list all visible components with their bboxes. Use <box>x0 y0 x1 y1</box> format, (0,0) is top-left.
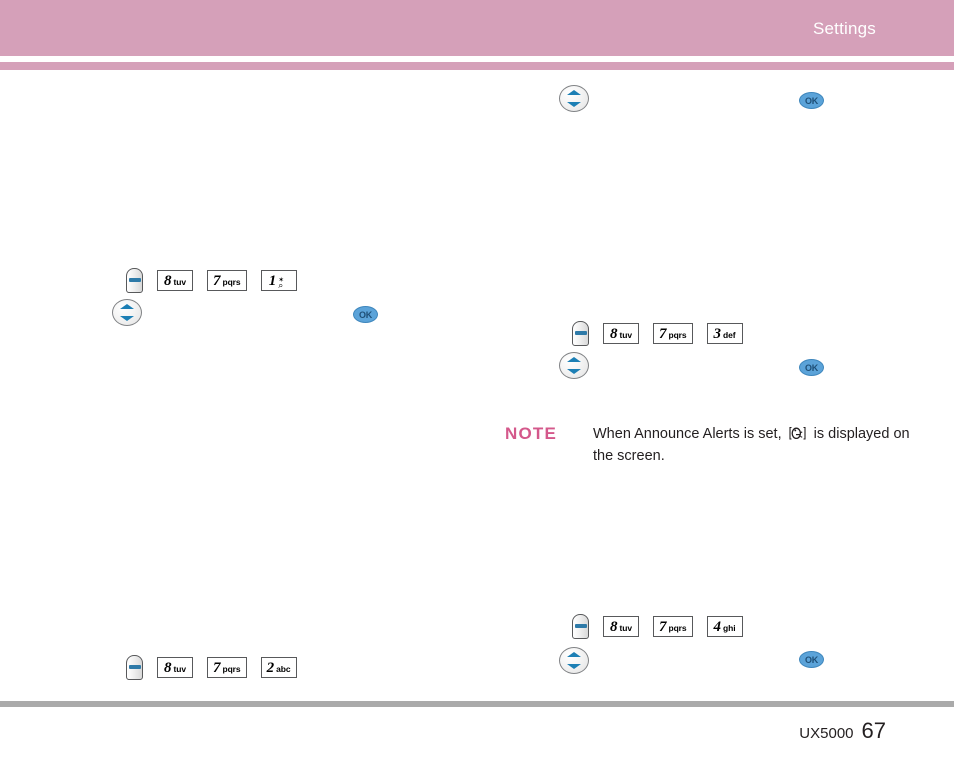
menu-softkey-icon[interactable] <box>126 655 143 680</box>
numeric-key-letters: tuv <box>173 664 187 674</box>
numeric-key-digit: 8 <box>610 619 618 635</box>
note-text: When Announce Alerts is set, is displaye… <box>593 423 925 467</box>
navigation-key-icon[interactable] <box>559 647 589 674</box>
ok-key[interactable]: OK <box>353 306 378 323</box>
numeric-key-digit: 4 <box>713 619 722 635</box>
numeric-key-digit: 8 <box>164 660 172 676</box>
header-divider-rule <box>0 62 954 70</box>
ok-key-right-mid-wrap: OK <box>799 359 824 376</box>
voicemail-icon <box>278 270 288 296</box>
numeric-key-letters: pqrs <box>222 664 241 674</box>
numeric-key-7[interactable]: 7 pqrs <box>207 657 247 678</box>
key-sequence-left-bottom: 8 tuv 7 pqrs 2 abc <box>126 655 297 680</box>
numeric-key-digit: 7 <box>659 619 667 635</box>
numeric-key-digit: 7 <box>213 273 221 289</box>
numeric-key-3[interactable]: 3 def <box>706 323 743 344</box>
numeric-key-7[interactable]: 7 pqrs <box>653 323 693 344</box>
numeric-key-letters: tuv <box>619 623 633 633</box>
key-sequence-right-mid: 8 tuv 7 pqrs 3 def <box>572 321 743 346</box>
ok-key-left-top-wrap: OK <box>353 306 378 323</box>
numeric-key-8[interactable]: 8 tuv <box>603 323 639 344</box>
numeric-key-letters: pqrs <box>668 330 687 340</box>
navigation-key-icon[interactable] <box>112 299 142 326</box>
ok-key-label: OK <box>359 309 372 320</box>
navigation-key-icon[interactable] <box>559 85 589 112</box>
numeric-key-4[interactable]: 4 ghi <box>706 616 743 637</box>
ok-key-label: OK <box>805 95 818 106</box>
page-title: Settings <box>812 19 876 38</box>
page-header-band <box>0 0 954 56</box>
ok-key-label: OK <box>805 654 818 665</box>
ok-key[interactable]: OK <box>799 92 824 109</box>
numeric-key-8[interactable]: 8 tuv <box>603 616 639 637</box>
note-text-before: When Announce Alerts is set, <box>593 426 782 442</box>
ok-key-right-top-wrap: OK <box>799 92 824 109</box>
numeric-key-1[interactable]: 1 <box>260 270 297 296</box>
numeric-key-8[interactable]: 8 tuv <box>157 657 193 678</box>
menu-softkey-icon[interactable] <box>572 614 589 639</box>
footer-divider-rule <box>0 701 954 707</box>
numeric-key-letters: pqrs <box>668 623 687 633</box>
navigation-key-icon[interactable] <box>559 352 589 379</box>
footer-page-number: 67 <box>861 718 886 743</box>
numeric-key-digit: 1 <box>268 273 277 289</box>
footer-model-name: UX5000 <box>799 725 854 742</box>
note-label: NOTE <box>505 424 558 443</box>
ok-key[interactable]: OK <box>799 359 824 376</box>
numeric-key-2[interactable]: 2 abc <box>260 657 297 678</box>
numeric-key-letters: tuv <box>173 277 187 287</box>
key-sequence-right-top-nav <box>559 85 589 112</box>
key-sequence-right-mid-nav <box>559 352 589 379</box>
numeric-key-digit: 8 <box>164 273 172 289</box>
numeric-key-7[interactable]: 7 pqrs <box>653 616 693 637</box>
numeric-key-letters: tuv <box>619 330 633 340</box>
numeric-key-digit: 8 <box>610 326 618 342</box>
key-sequence-right-bottom-nav <box>559 647 589 674</box>
numeric-key-8[interactable]: 8 tuv <box>157 270 193 291</box>
ok-key-label: OK <box>805 362 818 373</box>
ok-key-right-bottom-wrap: OK <box>799 651 824 668</box>
numeric-key-digit: 7 <box>659 326 667 342</box>
numeric-key-letters: pqrs <box>222 277 241 287</box>
numeric-key-letters: abc <box>276 664 291 674</box>
key-sequence-left-top-nav <box>112 299 142 326</box>
numeric-key-letters: ghi <box>723 623 736 633</box>
numeric-key-digit: 3 <box>713 326 722 342</box>
numeric-key-digit: 2 <box>266 660 275 676</box>
numeric-key-letters: def <box>723 330 736 340</box>
menu-softkey-icon[interactable] <box>126 268 143 293</box>
footer: UX5000 67 <box>799 718 886 744</box>
menu-softkey-icon[interactable] <box>572 321 589 346</box>
numeric-key-7[interactable]: 7 pqrs <box>207 270 247 291</box>
ok-key[interactable]: OK <box>799 651 824 668</box>
numeric-key-digit: 7 <box>213 660 221 676</box>
note-block: NOTE When Announce Alerts is set, is dis… <box>505 423 925 467</box>
key-sequence-right-bottom: 8 tuv 7 pqrs 4 ghi <box>572 614 743 639</box>
key-sequence-left-top: 8 tuv 7 pqrs 1 <box>126 268 297 296</box>
announce-alerts-icon <box>789 426 807 441</box>
